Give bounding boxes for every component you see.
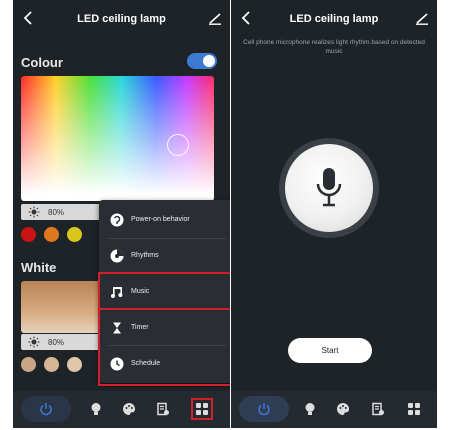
colour-section-label: Colour <box>21 55 63 70</box>
color-swatch[interactable] <box>21 227 36 242</box>
top-bar: LED ceiling lamp <box>13 0 230 40</box>
more-button-highlight-box <box>191 398 213 420</box>
power-tab-pill[interactable] <box>239 396 289 422</box>
scene-icon[interactable] <box>371 402 385 416</box>
bulb-icon[interactable] <box>89 402 103 416</box>
power-icon <box>258 403 270 416</box>
power-icon <box>40 403 52 416</box>
power-tab-pill[interactable] <box>21 396 71 422</box>
toggle-knob <box>203 55 215 67</box>
colour-toggle[interactable] <box>187 53 217 69</box>
brightness-icon <box>28 206 40 218</box>
start-button[interactable]: Start <box>288 338 372 363</box>
menu-item-power-on-behavior[interactable]: Power-on behavior <box>99 202 230 238</box>
color-swatch[interactable] <box>44 227 59 242</box>
color-picker-handle[interactable] <box>167 134 189 156</box>
power-on-icon <box>110 213 124 227</box>
white-section-label: White <box>21 260 57 275</box>
microphone-button[interactable] <box>285 144 373 232</box>
palette-icon[interactable] <box>336 402 350 416</box>
brightness-value: 80% <box>48 338 65 347</box>
white-swatch[interactable] <box>21 357 36 372</box>
scene-icon[interactable] <box>156 402 170 416</box>
white-swatch[interactable] <box>67 357 82 372</box>
palette-icon[interactable] <box>122 402 136 416</box>
bottom-nav <box>13 391 230 428</box>
color-picker-pad[interactable] <box>21 76 214 201</box>
brightness-value: 80% <box>48 208 65 217</box>
page-title: LED ceiling lamp <box>289 13 379 25</box>
timer-schedule-highlight-box <box>98 308 230 386</box>
bottom-nav <box>231 391 437 428</box>
right-screen: LED ceiling lamp Cell phone microphone r… <box>231 0 437 428</box>
color-swatch[interactable] <box>67 227 82 242</box>
left-screen: LED ceiling lamp Colour 80% White 80% Po… <box>13 0 230 428</box>
music-hint-text: Cell phone microphone realizes light rhy… <box>243 39 425 55</box>
microphone-icon <box>316 168 342 207</box>
brightness-icon <box>28 336 40 348</box>
edit-icon[interactable] <box>208 11 222 25</box>
menu-item-label: Rhythms <box>131 252 159 259</box>
menu-item-rhythms[interactable]: Rhythms <box>99 238 230 274</box>
menu-item-label: Power-on behavior <box>131 216 190 223</box>
page-title: LED ceiling lamp <box>77 13 166 25</box>
top-bar: LED ceiling lamp <box>231 0 437 40</box>
white-swatch[interactable] <box>44 357 59 372</box>
edit-icon[interactable] <box>415 11 429 25</box>
bulb-icon[interactable] <box>303 402 317 416</box>
rhythms-icon <box>110 249 124 263</box>
music-highlight-box <box>98 272 230 310</box>
more-grid-icon[interactable] <box>407 402 421 416</box>
